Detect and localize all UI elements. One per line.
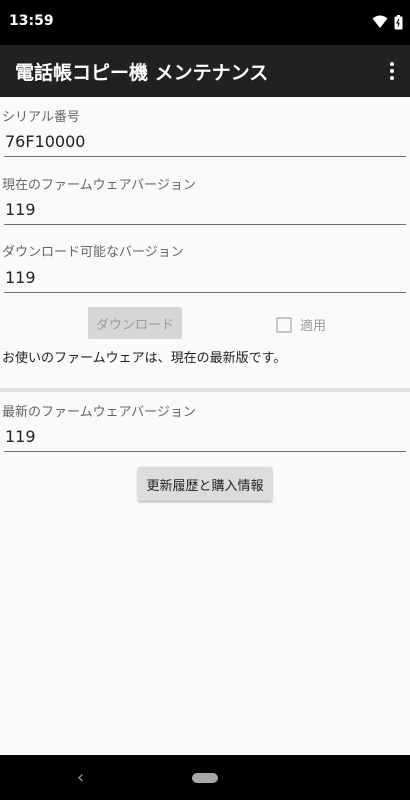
history-button[interactable]: 更新履歴と購入情報	[138, 467, 272, 501]
current-fw-label: 現在のファームウェアバージョン	[2, 178, 196, 193]
serial-label: シリアル番号	[2, 110, 80, 125]
app-title: 電話帳コピー機 メンテナンス	[15, 62, 269, 84]
apply-checkbox[interactable]: 適用	[276, 315, 326, 334]
status-bar: 13:59	[0, 0, 410, 45]
main-content: シリアル番号 76F10000 現在のファームウェアバージョン 119 ダウンロ…	[0, 97, 410, 755]
serial-field[interactable]: 76F10000	[4, 127, 406, 157]
latest-fw-label: 最新のファームウェアバージョン	[2, 405, 196, 420]
home-pill-icon[interactable]	[192, 773, 218, 783]
latest-fw-field[interactable]: 119	[4, 422, 406, 452]
app-bar: 電話帳コピー機 メンテナンス	[0, 45, 410, 97]
overflow-menu-icon[interactable]	[387, 59, 397, 83]
battery-icon	[394, 14, 403, 29]
checkbox-box[interactable]	[276, 316, 292, 333]
download-button[interactable]: ダウンロード	[88, 307, 182, 339]
apply-label: 適用	[300, 319, 327, 334]
back-icon[interactable]: ‹	[77, 767, 84, 788]
status-icons	[372, 13, 403, 31]
navigation-bar: ‹	[0, 755, 410, 800]
section-divider	[0, 388, 410, 392]
status-time: 13:59	[9, 13, 54, 29]
wifi-icon	[372, 15, 388, 28]
downloadable-field[interactable]: 119	[4, 263, 406, 293]
status-message: お使いのファームウェアは、現在の最新版です。	[2, 351, 287, 366]
downloadable-label: ダウンロード可能なバージョン	[2, 245, 184, 260]
current-fw-field[interactable]: 119	[4, 195, 406, 225]
